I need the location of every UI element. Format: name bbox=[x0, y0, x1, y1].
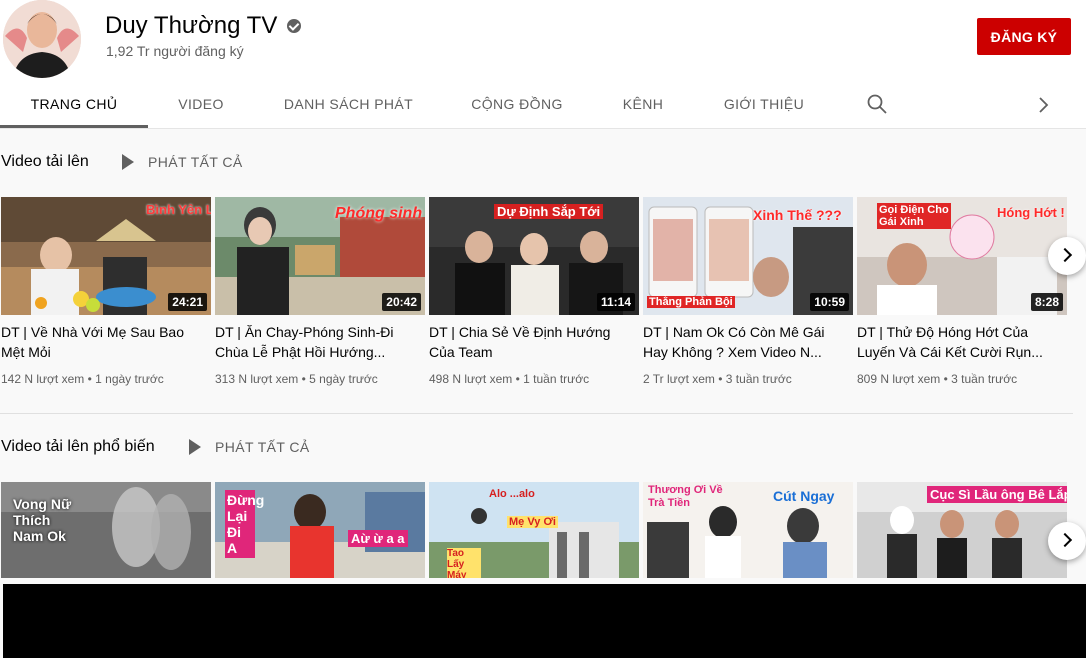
channel-name: Duy Thường TV bbox=[105, 12, 278, 39]
tab-playlists[interactable]: DANH SÁCH PHÁT bbox=[270, 82, 427, 126]
video-thumbnail[interactable]: Dự Định Sắp Tới 11:14 bbox=[429, 197, 639, 315]
video-thumbnail[interactable]: Phóng sinh 20:42 bbox=[215, 197, 425, 315]
channel-tabs: TRANG CHỦ VIDEO DANH SÁCH PHÁT CỘNG ĐỒNG… bbox=[0, 82, 1086, 128]
video-duration: 10:59 bbox=[810, 293, 849, 311]
video-duration: 8:28 bbox=[1030, 293, 1063, 311]
channel-header: Duy Thường TV 1,92 Tr người đăng ký ĐĂNG… bbox=[0, 0, 1086, 128]
thumbnail-overlay-text: Phóng sinh bbox=[335, 205, 423, 222]
tab-channels[interactable]: KÊNH bbox=[610, 82, 676, 126]
play-all-label: PHÁT TẤT CẢ bbox=[148, 154, 243, 170]
subscriber-count: 1,92 Tr người đăng ký bbox=[106, 43, 244, 59]
thumbnail-overlay-text: Xinh Thế ??? bbox=[753, 207, 842, 223]
thumbnail-overlay-text: Hóng Hớt ! bbox=[997, 205, 1065, 220]
thumbnail-overlay-text: Đừng Lại Đi A bbox=[225, 490, 265, 558]
video-age: 1 tuần trước bbox=[523, 372, 590, 386]
shelf-next-button[interactable] bbox=[1048, 522, 1086, 560]
video-meta: 313 N lượt xem • 5 ngày trước bbox=[215, 372, 378, 386]
thumbnail-overlay-text: Bình Yên Là Nhà bbox=[146, 202, 211, 217]
video-meta: 2 Tr lượt xem • 3 tuần trước bbox=[643, 372, 792, 386]
video-title[interactable]: DT | Chia Sẻ Về Định Hướng Của Team bbox=[429, 322, 634, 362]
video-views: 313 N lượt xem bbox=[215, 372, 299, 386]
thumbnail-overlay-text: Alo ...alo bbox=[489, 488, 535, 500]
video-meta: 498 N lượt xem • 1 tuần trước bbox=[429, 372, 590, 386]
thumbnail-overlay-text: Cục Sì Lầu ông Bê Lắp ! bbox=[927, 486, 1067, 503]
video-thumbnail[interactable]: Bình Yên Là Nhà 24:21 bbox=[1, 197, 211, 315]
video-duration: 20:42 bbox=[382, 293, 421, 311]
play-all-popular[interactable]: PHÁT TẤT CẢ bbox=[189, 439, 310, 455]
shelf-next-button[interactable] bbox=[1048, 237, 1086, 275]
tab-home[interactable]: TRANG CHỦ bbox=[0, 82, 148, 128]
video-thumbnail[interactable]: Vong Nữ Thích Nam Ok bbox=[1, 482, 211, 578]
tab-community[interactable]: CỘNG ĐỒNG bbox=[458, 82, 576, 126]
video-age: 3 tuần trước bbox=[725, 372, 792, 386]
verified-icon bbox=[287, 19, 302, 33]
search-icon[interactable] bbox=[867, 94, 887, 114]
thumbnail-overlay-text: Tao Lấy Máy bbox=[447, 548, 481, 578]
play-all-uploads[interactable]: PHÁT TẤT CẢ bbox=[122, 154, 243, 170]
video-thumbnail[interactable]: Xinh Thế ??? Thằng Phản Bội 10:59 bbox=[643, 197, 853, 315]
video-meta: 142 N lượt xem • 1 ngày trước bbox=[1, 372, 164, 386]
shelf-divider bbox=[0, 413, 1073, 414]
video-title[interactable]: DT | Ăn Chay-Phóng Sinh-Đi Chùa Lễ Phật … bbox=[215, 322, 420, 362]
video-thumbnail[interactable]: Đừng Lại Đi A Aừ ừ a a bbox=[215, 482, 425, 578]
shelf-title-popular-uploads[interactable]: Video tải lên phổ biến bbox=[1, 438, 155, 456]
video-duration: 24:21 bbox=[168, 293, 207, 311]
black-overlay-bar bbox=[3, 584, 1086, 658]
video-views: 498 N lượt xem bbox=[429, 372, 513, 386]
header-separator bbox=[0, 128, 1086, 129]
play-icon bbox=[189, 439, 201, 455]
video-age: 5 ngày trước bbox=[309, 372, 378, 386]
video-views: 2 Tr lượt xem bbox=[643, 372, 715, 386]
thumbnail-overlay-text: Cút Ngay bbox=[773, 488, 835, 504]
shelf-title-uploads[interactable]: Video tải lên bbox=[1, 153, 89, 171]
thumbnail-overlay-text: Vong Nữ Thích Nam Ok bbox=[13, 496, 72, 544]
video-duration: 11:14 bbox=[596, 293, 635, 311]
video-meta: 809 N lượt xem • 3 tuần trước bbox=[857, 372, 1018, 386]
video-thumbnail[interactable]: Gọi Điện Cho Gái Xinh Hóng Hớt ! 8:28 bbox=[857, 197, 1067, 315]
video-views: 809 N lượt xem bbox=[857, 372, 941, 386]
thumbnail-overlay-text: Aừ ừ a a bbox=[348, 530, 408, 547]
video-title[interactable]: DT | Thử Độ Hóng Hớt Của Luyến Và Cái Kế… bbox=[857, 322, 1062, 362]
play-all-label: PHÁT TẤT CẢ bbox=[215, 439, 310, 455]
tab-videos[interactable]: VIDEO bbox=[160, 82, 242, 126]
thumbnail-overlay-text: Mẹ Vy Ơi bbox=[507, 516, 558, 528]
video-thumbnail[interactable]: Alo ...alo Mẹ Vy Ơi Tao Lấy Máy bbox=[429, 482, 639, 578]
thumbnail-overlay-text: Dự Định Sắp Tới bbox=[494, 204, 604, 219]
video-age: 3 tuần trước bbox=[951, 372, 1018, 386]
thumbnail-overlay-text: Thằng Phản Bội bbox=[647, 296, 735, 308]
video-title[interactable]: DT | Nam Ok Có Còn Mê Gái Hay Không ? Xe… bbox=[643, 322, 848, 362]
chevron-right-icon[interactable] bbox=[1036, 95, 1052, 115]
video-views: 142 N lượt xem bbox=[1, 372, 85, 386]
video-thumbnail[interactable]: Thương Ơi Về Trà Tiền Cút Ngay bbox=[643, 482, 853, 578]
thumbnail-overlay-text: Gọi Điện Cho Gái Xinh bbox=[877, 203, 951, 229]
play-icon bbox=[122, 154, 134, 170]
video-thumbnail[interactable]: Cục Sì Lầu ông Bê Lắp ! bbox=[857, 482, 1067, 578]
channel-title[interactable]: Duy Thường TV bbox=[105, 12, 302, 40]
tab-about[interactable]: GIỚI THIỆU bbox=[712, 82, 816, 126]
thumbnail-overlay-text: Thương Ơi Về Trà Tiền bbox=[648, 484, 723, 509]
subscribe-button[interactable]: ĐĂNG KÝ bbox=[977, 18, 1071, 55]
channel-avatar[interactable] bbox=[3, 0, 81, 78]
video-age: 1 ngày trước bbox=[95, 372, 164, 386]
video-title[interactable]: DT | Về Nhà Với Mẹ Sau Bao Mệt Mỏi bbox=[1, 322, 206, 362]
